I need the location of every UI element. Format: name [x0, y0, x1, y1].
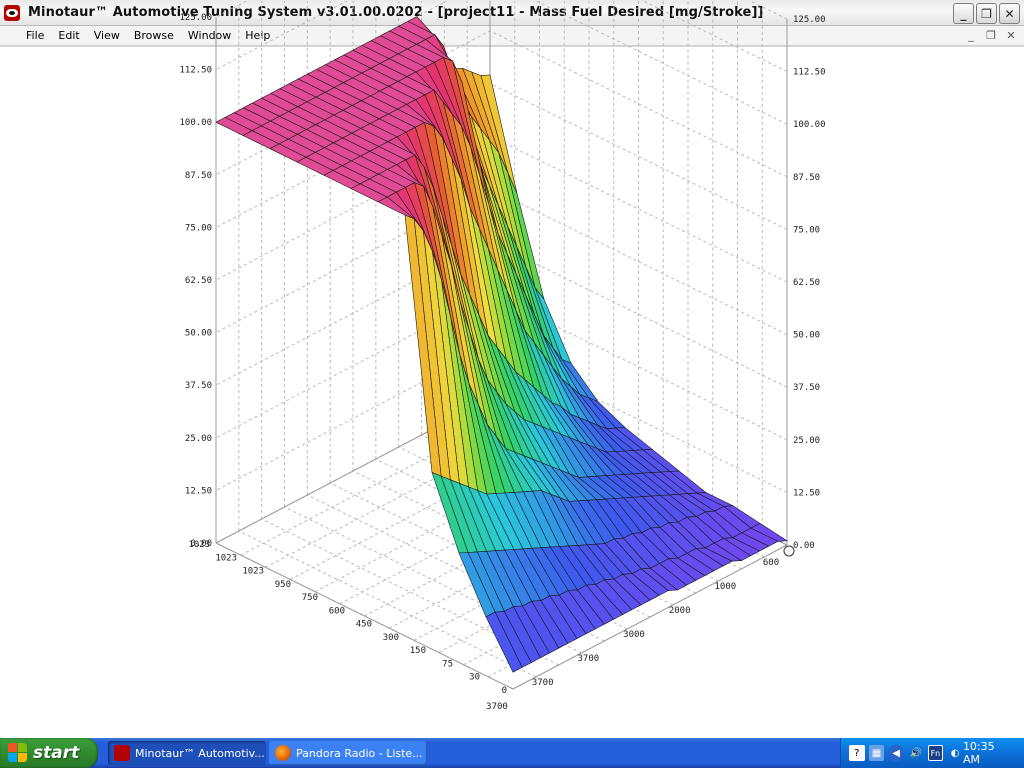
z-tick-label-left: 62.50 — [185, 276, 212, 286]
back-arrow-icon[interactable]: ◀ — [888, 745, 904, 761]
chart-canvas[interactable]: 125.00 125.00 112.50 112.50 100.00 100.00 87.5… — [0, 1, 1024, 738]
start-label: start — [33, 743, 80, 763]
x-tick-label: 0 — [502, 686, 507, 696]
clock: 10:35 AM — [962, 740, 995, 766]
taskbar-item-minotaur[interactable]: Minotaur™ Automotiv... — [108, 741, 266, 765]
x-tick-label: 300 — [383, 633, 399, 643]
fn-key-icon[interactable]: Fn — [927, 745, 944, 761]
volume-icon[interactable]: 🔊 — [908, 745, 924, 761]
y-tick-label: 3700 — [486, 702, 508, 712]
windows-logo-icon — [8, 743, 28, 763]
z-tick-label-left: 112.50 — [179, 66, 212, 76]
z-tick-label-left: 87.50 — [185, 171, 212, 181]
z-tick-label-right: 112.50 — [793, 68, 826, 78]
x-tick-label: 75 — [442, 659, 453, 669]
y-tick-label: 2000 — [669, 606, 691, 616]
z-tick-label-right: 75.00 — [793, 225, 820, 235]
y-tick-label: 1000 — [714, 582, 736, 592]
z-tick-label-right: 12.50 — [793, 488, 820, 498]
y-tick-label: 600 — [763, 558, 779, 568]
rotate-handle[interactable] — [783, 545, 795, 557]
taskbar-item-label: Pandora Radio - Liste... — [296, 746, 423, 760]
y-tick-label: 3700 — [532, 678, 554, 688]
z-tick-label-right: 50.00 — [793, 331, 820, 341]
power-icon[interactable]: ◐ — [947, 745, 963, 761]
z-tick-label-left: 12.50 — [185, 486, 212, 496]
z-tick-label-right: 0.00 — [793, 541, 815, 551]
firefox-icon — [275, 745, 291, 761]
z-tick-label-right: 25.00 — [793, 436, 820, 446]
x-tick-label: 30 — [469, 673, 480, 683]
wall-gridline — [215, 1, 788, 20]
x-tick-label: 1023 — [242, 567, 264, 577]
z-tick-label-left: 75.00 — [185, 223, 212, 233]
x-tick-label: 1023 — [188, 540, 210, 550]
z-tick-label-left: 100.00 — [179, 118, 212, 128]
z-tick-label-right: 37.50 — [793, 383, 820, 393]
taskbar-item-label: Minotaur™ Automotiv... — [135, 746, 265, 760]
z-tick-label-right: 62.50 — [793, 278, 820, 288]
x-tick-label: 450 — [356, 620, 372, 630]
start-button[interactable]: start — [0, 738, 98, 768]
z-tick-label-left: 125.00 — [179, 13, 212, 23]
x-tick-label: 950 — [275, 580, 291, 590]
z-tick-label-right: 100.00 — [793, 120, 826, 130]
y-tick-label: 3700 — [577, 654, 599, 664]
surface-chart[interactable]: 125.00 125.00 112.50 112.50 100.00 100.00 87.5… — [0, 1, 1024, 739]
taskbar-item-pandora[interactable]: Pandora Radio - Liste... — [269, 741, 427, 765]
taskbar: start Minotaur™ Automotiv... Pandora Rad… — [0, 738, 1024, 768]
z-tick-label-left: 50.00 — [185, 329, 212, 339]
x-tick-label: 750 — [302, 593, 318, 603]
system-tray: ? ▦ ◀ 🔊 Fn ◐ 10:35 AM — [840, 738, 1024, 768]
z-tick-label-left: 37.50 — [185, 381, 212, 391]
z-tick-label-right: 125.00 — [793, 15, 826, 25]
x-tick-label: 150 — [410, 646, 426, 656]
help-icon[interactable]: ? — [849, 745, 865, 761]
y-tick-label: 3000 — [623, 630, 645, 640]
x-tick-label: 600 — [329, 606, 345, 616]
z-tick-label-right: 87.50 — [793, 173, 820, 183]
z-tick-label-left: 25.00 — [185, 434, 212, 444]
network-icon[interactable]: ▦ — [868, 745, 885, 761]
x-tick-label: 1023 — [215, 553, 237, 563]
minotaur-icon — [114, 745, 130, 761]
